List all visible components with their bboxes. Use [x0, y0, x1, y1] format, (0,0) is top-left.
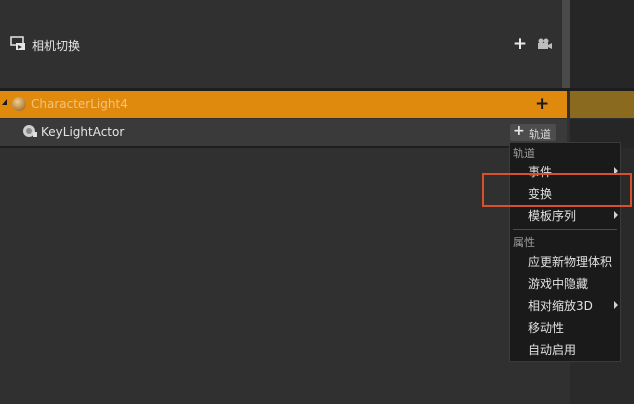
- character-light-label: CharacterLight4: [31, 97, 128, 111]
- submenu-arrow-icon: [614, 211, 618, 219]
- menu-item-relative-scale-3d[interactable]: 相对缩放3D: [510, 293, 620, 315]
- timeline-character-track: [570, 91, 634, 118]
- menu-item-label: 应更新物理体积: [528, 255, 613, 269]
- actor-sphere-icon: [12, 97, 26, 111]
- menu-item-label: 模板序列: [528, 209, 577, 223]
- character-light-add-button[interactable]: +: [535, 95, 549, 113]
- camera-cut-row[interactable]: [0, 0, 564, 88]
- add-track-button[interactable]: + 轨道: [510, 123, 556, 141]
- menu-item-label: 相对缩放3D: [528, 299, 593, 313]
- menu-item-update-physics-volume[interactable]: 应更新物理体积: [510, 249, 620, 271]
- camera-cut-icon: [10, 36, 25, 50]
- light-bulb-icon: [23, 125, 37, 137]
- annotation-highlight-box: [482, 173, 632, 207]
- menu-item-mobility[interactable]: 移动性: [510, 315, 620, 337]
- menu-item-auto-activate[interactable]: 自动启用: [510, 337, 620, 359]
- key-light-label: KeyLightActor: [41, 125, 125, 139]
- menu-item-label: 自动启用: [528, 343, 577, 357]
- submenu-arrow-icon: [614, 301, 618, 309]
- menu-divider: [513, 229, 617, 230]
- menu-item-label: 游戏中隐藏: [528, 277, 589, 291]
- camera-cut-add-button[interactable]: +: [512, 35, 528, 53]
- add-track-label: 轨道: [529, 128, 551, 141]
- menu-section-header-properties: 属性: [513, 236, 535, 249]
- camera-cut-label: 相机切换: [32, 39, 81, 53]
- scrollbar[interactable]: [562, 0, 570, 88]
- expand-arrow-icon[interactable]: [2, 99, 7, 105]
- timeline-area: [570, 0, 634, 88]
- plus-icon: +: [513, 123, 525, 139]
- menu-item-label: 移动性: [528, 321, 565, 335]
- video-camera-icon[interactable]: [537, 38, 553, 50]
- menu-item-hidden-in-game[interactable]: 游戏中隐藏: [510, 271, 620, 293]
